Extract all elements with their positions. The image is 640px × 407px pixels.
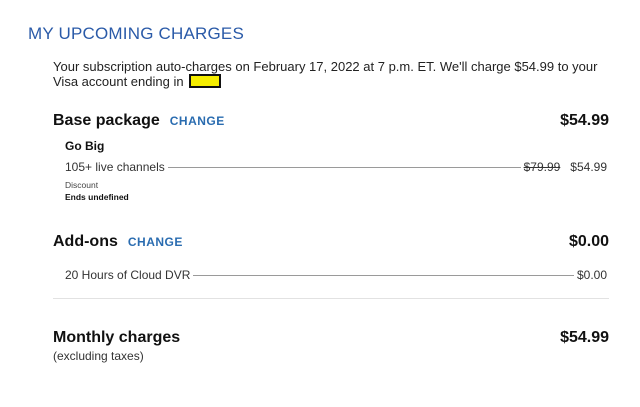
addon-item-label: 20 Hours of Cloud DVR	[65, 268, 191, 282]
package-name: Go Big	[65, 139, 105, 153]
change-base-package-link[interactable]: CHANGE	[170, 114, 225, 128]
addons-heading: Add-ons	[53, 233, 118, 250]
dotted-leader	[167, 167, 521, 168]
line-item-price: $54.99	[570, 160, 607, 174]
dotted-leader	[193, 275, 574, 276]
monthly-charges-heading: Monthly charges	[53, 329, 181, 346]
change-addons-link[interactable]: CHANGE	[128, 235, 183, 249]
base-package-total: $54.99	[560, 112, 609, 129]
discount-label: Discount	[65, 180, 99, 190]
page-title: MY UPCOMING CHARGES	[28, 24, 245, 43]
discount-value: Ends undefined	[65, 192, 129, 202]
base-package-heading: Base package	[53, 112, 160, 129]
monthly-charges-subtext: (excluding taxes)	[53, 349, 144, 363]
charge-summary-sentence: Your subscription auto-charges on Februa…	[53, 59, 598, 89]
redacted-card-number	[189, 74, 222, 88]
charge-summary-text: Your subscription auto-charges on Februa…	[53, 60, 613, 89]
original-price: $79.99	[523, 160, 561, 174]
addon-item-price: $0.00	[576, 268, 607, 282]
addons-total: $0.00	[568, 233, 609, 250]
base-package-header: Base package CHANGE	[53, 112, 225, 130]
addon-line-item: 20 Hours of Cloud DVR $0.00	[65, 268, 607, 282]
addons-header: Add-ons CHANGE	[53, 233, 183, 251]
section-divider	[53, 298, 609, 299]
base-package-line-item: 105+ live channels $79.99 $54.99	[65, 160, 607, 174]
line-item-label: 105+ live channels	[65, 160, 165, 174]
monthly-charges-total: $54.99	[560, 329, 609, 346]
